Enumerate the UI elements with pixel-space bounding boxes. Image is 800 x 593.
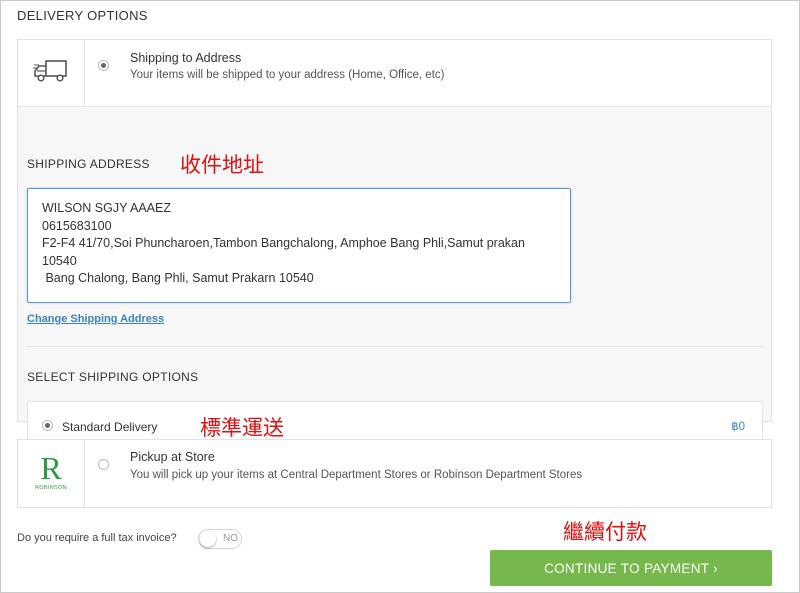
address-street: F2-F4 41/70,Soi Phuncharoen,Tambon Bangc… bbox=[42, 236, 525, 250]
shipping-address-box[interactable]: WILSON SGJY AAAEZ 0615683100 F2-F4 41/70… bbox=[27, 188, 571, 303]
change-shipping-address-link[interactable]: Change Shipping Address bbox=[27, 313, 164, 325]
shipping-icon-cell bbox=[18, 40, 85, 106]
shipping-to-address-card: Shipping to Address Your items will be s… bbox=[17, 39, 772, 452]
annotation-standard-delivery: 標準運送 bbox=[200, 416, 284, 440]
tax-invoice-toggle[interactable]: NO bbox=[198, 529, 242, 549]
divider bbox=[27, 346, 763, 347]
robinson-logo: R ROBINSON bbox=[31, 450, 71, 497]
pickup-option-title: Pickup at Store bbox=[130, 450, 215, 464]
shipping-to-address-radio[interactable] bbox=[98, 60, 109, 71]
pickup-option-description: You will pick up your items at Central D… bbox=[130, 469, 583, 481]
continue-to-payment-button[interactable]: CONTINUE TO PAYMENT › bbox=[490, 550, 772, 586]
pickup-at-store-option[interactable]: R ROBINSON Pickup at Store You will pick… bbox=[17, 439, 772, 508]
delivery-truck-icon bbox=[33, 58, 69, 89]
robinson-logo-cell: R ROBINSON bbox=[18, 440, 85, 507]
section-title: DELIVERY OPTIONS bbox=[17, 8, 148, 23]
standard-delivery-price: ฿0 bbox=[731, 421, 745, 433]
shipping-option-description: Your items will be shipped to your addre… bbox=[130, 69, 445, 81]
robinson-logo-text: ROBINSON bbox=[35, 485, 67, 491]
annotation-continue-payment: 繼續付款 bbox=[563, 520, 647, 544]
tax-invoice-question: Do you require a full tax invoice? bbox=[17, 532, 177, 544]
toggle-knob bbox=[200, 531, 216, 547]
annotation-shipping-address: 收件地址 bbox=[180, 153, 264, 177]
shipping-address-title: SHIPPING ADDRESS bbox=[27, 157, 150, 171]
shipping-to-address-option[interactable]: Shipping to Address Your items will be s… bbox=[18, 40, 771, 106]
address-district: Bang Chalong, Bang Phli, Samut Prakarn 1… bbox=[42, 271, 314, 285]
select-shipping-options-title: SELECT SHIPPING OPTIONS bbox=[27, 370, 199, 384]
delivery-options-panel: DELIVERY OPTIONS Shipping to Address You… bbox=[0, 0, 800, 593]
address-postcode: 10540 bbox=[42, 253, 77, 268]
shipping-option-title: Shipping to Address bbox=[130, 51, 242, 65]
address-phone: 0615683100 bbox=[42, 218, 112, 233]
svg-text:R: R bbox=[40, 450, 62, 486]
address-name: WILSON SGJY AAAEZ bbox=[42, 201, 171, 215]
pickup-at-store-radio[interactable] bbox=[98, 459, 109, 470]
shipping-details-area: SHIPPING ADDRESS 收件地址 WILSON SGJY AAAEZ … bbox=[18, 106, 771, 452]
toggle-label: NO bbox=[223, 533, 238, 544]
standard-delivery-radio[interactable] bbox=[42, 420, 53, 431]
standard-delivery-label: Standard Delivery bbox=[62, 420, 158, 434]
